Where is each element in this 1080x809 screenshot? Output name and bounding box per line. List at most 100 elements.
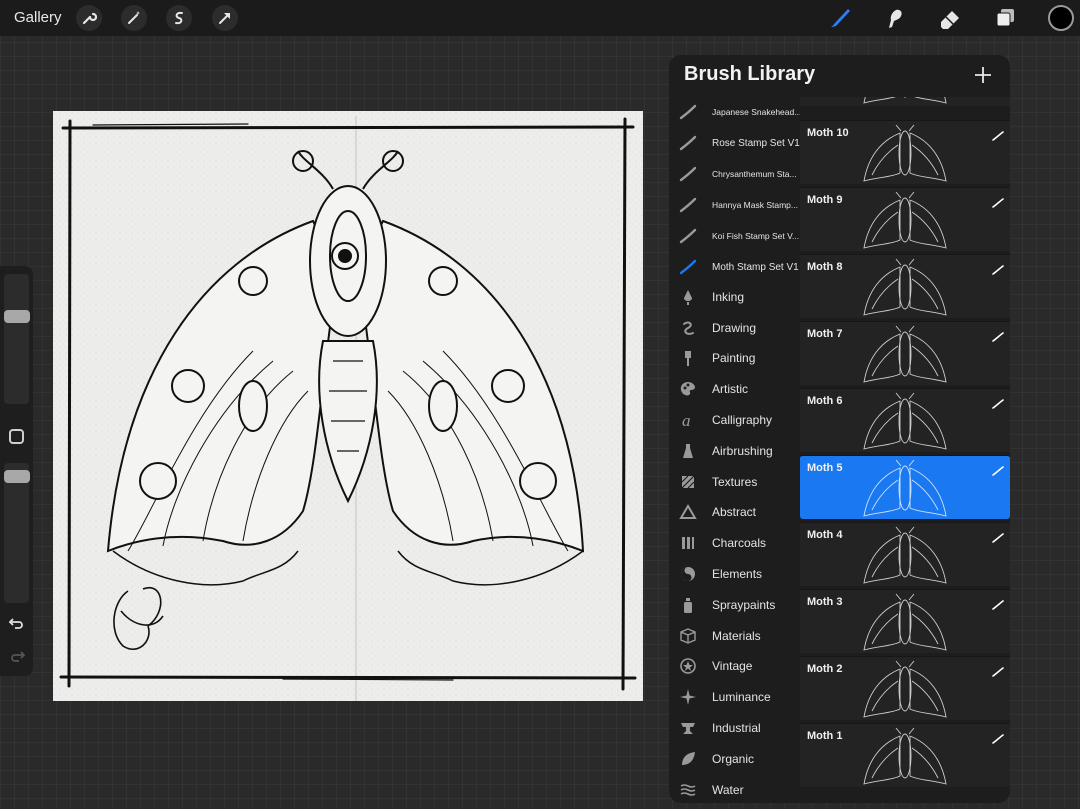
- opacity-slider[interactable]: [4, 463, 29, 603]
- brush-category-item[interactable]: Organic: [669, 744, 800, 774]
- opacity-thumb[interactable]: [4, 470, 30, 483]
- transform-arrow-icon[interactable]: [212, 5, 238, 31]
- brush-item[interactable]: Moth 7: [800, 321, 1010, 385]
- gallery-button[interactable]: Gallery: [14, 9, 62, 26]
- brush-name: Moth 10: [807, 127, 849, 139]
- brush-category-label: Chrysanthemum Sta...: [712, 169, 797, 179]
- drawing-canvas[interactable]: [53, 111, 643, 701]
- redo-icon[interactable]: [8, 648, 26, 664]
- layers-icon[interactable]: [992, 5, 1018, 31]
- color-swatch[interactable]: [1048, 5, 1074, 31]
- brush-category-item[interactable]: Industrial: [669, 713, 800, 743]
- brush-library-panel: Brush Library Japanese Snakehead... Rose …: [669, 55, 1010, 803]
- anvil-icon: [679, 719, 697, 737]
- brush-item[interactable]: Moth 5: [800, 455, 1010, 519]
- brush-preview-thumbnail: [860, 324, 950, 386]
- brush-category-label: Abstract: [712, 505, 757, 519]
- sparkle-icon: [679, 688, 697, 706]
- brush-item[interactable]: Moth 2: [800, 656, 1010, 720]
- brush-name: Moth 7: [807, 328, 843, 340]
- brush-category-item[interactable]: Spraypaints: [669, 590, 800, 620]
- brush-stroke-icon: [992, 530, 1004, 543]
- cube-icon: [679, 627, 697, 645]
- brush-category-item[interactable]: Abstract: [669, 497, 800, 527]
- eraser-icon[interactable]: [937, 5, 963, 31]
- undo-icon[interactable]: [8, 615, 26, 631]
- brush-size-thumb[interactable]: [4, 310, 30, 323]
- brush-stroke-icon: [992, 329, 1004, 342]
- brush-preview-thumbnail: [860, 592, 950, 654]
- wrench-icon[interactable]: [76, 5, 102, 31]
- waves-icon: [679, 781, 697, 799]
- brush-icon[interactable]: [827, 5, 853, 31]
- triangle-icon: [679, 503, 697, 521]
- brush-category-label: Textures: [712, 475, 758, 489]
- brush-category-item[interactable]: a Calligraphy: [669, 405, 800, 435]
- brush-category-item[interactable]: Materials: [669, 621, 800, 651]
- brush-item[interactable]: Moth 4: [800, 522, 1010, 586]
- brush-category-label: Luminance: [712, 690, 771, 704]
- brush-stroke-icon: [992, 195, 1004, 208]
- brush-category-item[interactable]: Textures: [669, 467, 800, 497]
- brush-category-item[interactable]: Chrysanthemum Sta...: [669, 159, 800, 189]
- brush-category-item[interactable]: Moth Stamp Set V1: [669, 252, 800, 282]
- brush-item[interactable]: Moth 10: [800, 120, 1010, 184]
- brush-stroke-icon: [992, 731, 1004, 744]
- brush-category-item[interactable]: Airbrushing: [669, 436, 800, 466]
- brush-category-label: Elements: [712, 567, 763, 581]
- brush-stroke-icon: [992, 597, 1004, 610]
- brush-category-item[interactable]: Elements: [669, 559, 800, 589]
- brush-name: Moth 4: [807, 529, 843, 541]
- brush-category-label: Water: [712, 783, 744, 797]
- brush-stroke-icon: [992, 396, 1004, 409]
- brush-category-item[interactable]: Koi Fish Stamp Set V...: [669, 221, 800, 251]
- brush-item[interactable]: Moth 8: [800, 254, 1010, 318]
- brush-name: Moth 9: [807, 194, 843, 206]
- brush-category-label: Japanese Snakehead...: [712, 107, 800, 117]
- brush-category-label: Spraypaints: [712, 598, 776, 612]
- brush-name: Moth 5: [807, 462, 843, 474]
- spray-can-icon: [679, 596, 697, 614]
- brush-category-item[interactable]: Charcoals: [669, 528, 800, 558]
- brush-category-item[interactable]: Hannya Mask Stamp...: [669, 190, 800, 220]
- brush-name: Moth 2: [807, 663, 843, 675]
- brush-name: Moth 1: [807, 730, 843, 742]
- brush-category-label: Drawing: [712, 321, 757, 335]
- brush-category-item[interactable]: Vintage: [669, 651, 800, 681]
- brush-stroke-icon: [992, 664, 1004, 677]
- brush-preview-thumbnail: [860, 97, 950, 107]
- brush-category-item[interactable]: Water: [669, 775, 800, 803]
- brush-preview-thumbnail: [860, 458, 950, 520]
- brush-category-item[interactable]: Artistic: [669, 374, 800, 404]
- texture-icon: [679, 473, 697, 491]
- brush-library-title: Brush Library: [684, 63, 816, 85]
- selection-icon[interactable]: [166, 5, 192, 31]
- brush-name: Moth 3: [807, 596, 843, 608]
- brush-item[interactable]: Moth 9: [800, 187, 1010, 251]
- brush-item[interactable]: Moth 1: [800, 723, 1010, 787]
- squiggle-icon: [679, 319, 697, 337]
- brush-category-item[interactable]: Luminance: [669, 682, 800, 712]
- magic-wand-icon[interactable]: [121, 5, 147, 31]
- brush-item[interactable]: Moth 6: [800, 388, 1010, 452]
- brush-size-slider[interactable]: [4, 274, 29, 404]
- smudge-icon[interactable]: [882, 5, 908, 31]
- brush-category-item[interactable]: Rose Stamp Set V1: [669, 128, 800, 158]
- add-brush-button[interactable]: [972, 64, 994, 86]
- brush-category-item[interactable]: Painting: [669, 343, 800, 373]
- modify-button[interactable]: [9, 429, 24, 444]
- brush-name: Moth 6: [807, 395, 843, 407]
- brush-category-item[interactable]: Inking: [669, 282, 800, 312]
- brush-category-item[interactable]: Japanese Snakehead...: [669, 97, 800, 127]
- brush-item[interactable]: Moth 3: [800, 589, 1010, 653]
- brush-list[interactable]: Moth 10 Moth 9 Moth 8 Moth 7 Moth 6 Moth…: [800, 97, 1010, 803]
- charcoal-icon: [679, 534, 697, 552]
- brush-category-label: Moth Stamp Set V1: [712, 262, 799, 273]
- brush-category-item[interactable]: Drawing: [669, 313, 800, 343]
- brush-preview-thumbnail: [860, 525, 950, 587]
- brush-item[interactable]: [800, 97, 1010, 106]
- palette-icon: [679, 380, 697, 398]
- ink-drop-icon: [679, 288, 697, 306]
- leaf-icon: [679, 750, 697, 768]
- brush-category-label: Industrial: [712, 721, 761, 735]
